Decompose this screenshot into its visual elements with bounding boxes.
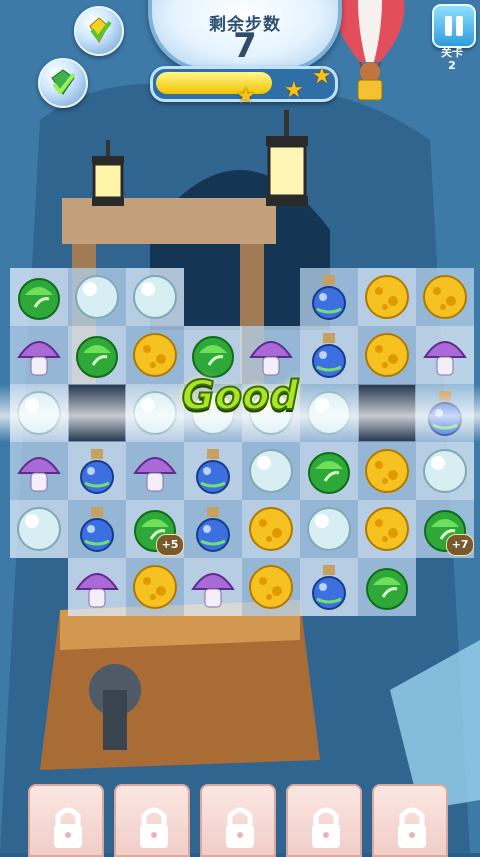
locked-booster-slot[interactable]	[28, 784, 104, 857]
board-cell[interactable]	[68, 326, 126, 384]
board-cell[interactable]	[358, 500, 416, 558]
board-cell[interactable]	[300, 558, 358, 616]
locked-booster-slot[interactable]	[372, 784, 448, 857]
good-feedback-text: Good	[181, 372, 299, 420]
board-cell[interactable]	[68, 268, 126, 326]
board-cell[interactable]	[68, 442, 126, 500]
lock-icon	[398, 807, 426, 848]
board-cell[interactable]	[68, 558, 126, 616]
board-cell[interactable]	[358, 326, 416, 384]
board-cell[interactable]	[126, 558, 184, 616]
board-cell[interactable]	[358, 558, 416, 616]
board-cell[interactable]	[416, 268, 474, 326]
board-cell[interactable]	[10, 442, 68, 500]
board-cell[interactable]	[184, 500, 242, 558]
board-cell[interactable]	[242, 500, 300, 558]
board-cell[interactable]	[10, 500, 68, 558]
board-cell[interactable]	[184, 558, 242, 616]
board-cell[interactable]	[416, 442, 474, 500]
board-cell[interactable]	[416, 326, 474, 384]
lock-icon	[226, 807, 254, 848]
lock-icon	[54, 807, 82, 848]
lock-icon	[140, 807, 168, 848]
board-cell[interactable]	[300, 442, 358, 500]
board-cell[interactable]	[126, 442, 184, 500]
locked-booster-slot[interactable]	[200, 784, 276, 857]
board-cell[interactable]	[300, 268, 358, 326]
locked-booster-slot[interactable]	[286, 784, 362, 857]
locked-booster-slot[interactable]	[114, 784, 190, 857]
board-cell[interactable]	[126, 268, 184, 326]
board-cell[interactable]	[242, 442, 300, 500]
board-cell[interactable]	[10, 268, 68, 326]
board-cell[interactable]	[358, 442, 416, 500]
lock-icon	[312, 807, 340, 848]
bonus-badge: +7	[446, 534, 474, 556]
board-cell[interactable]	[358, 268, 416, 326]
board-cell[interactable]	[300, 500, 358, 558]
board-cell[interactable]	[68, 500, 126, 558]
locked-booster-bar	[0, 780, 480, 857]
board-cell[interactable]	[242, 558, 300, 616]
board-cell[interactable]	[184, 442, 242, 500]
bonus-badge: +5	[156, 534, 184, 556]
board-cell[interactable]	[10, 326, 68, 384]
